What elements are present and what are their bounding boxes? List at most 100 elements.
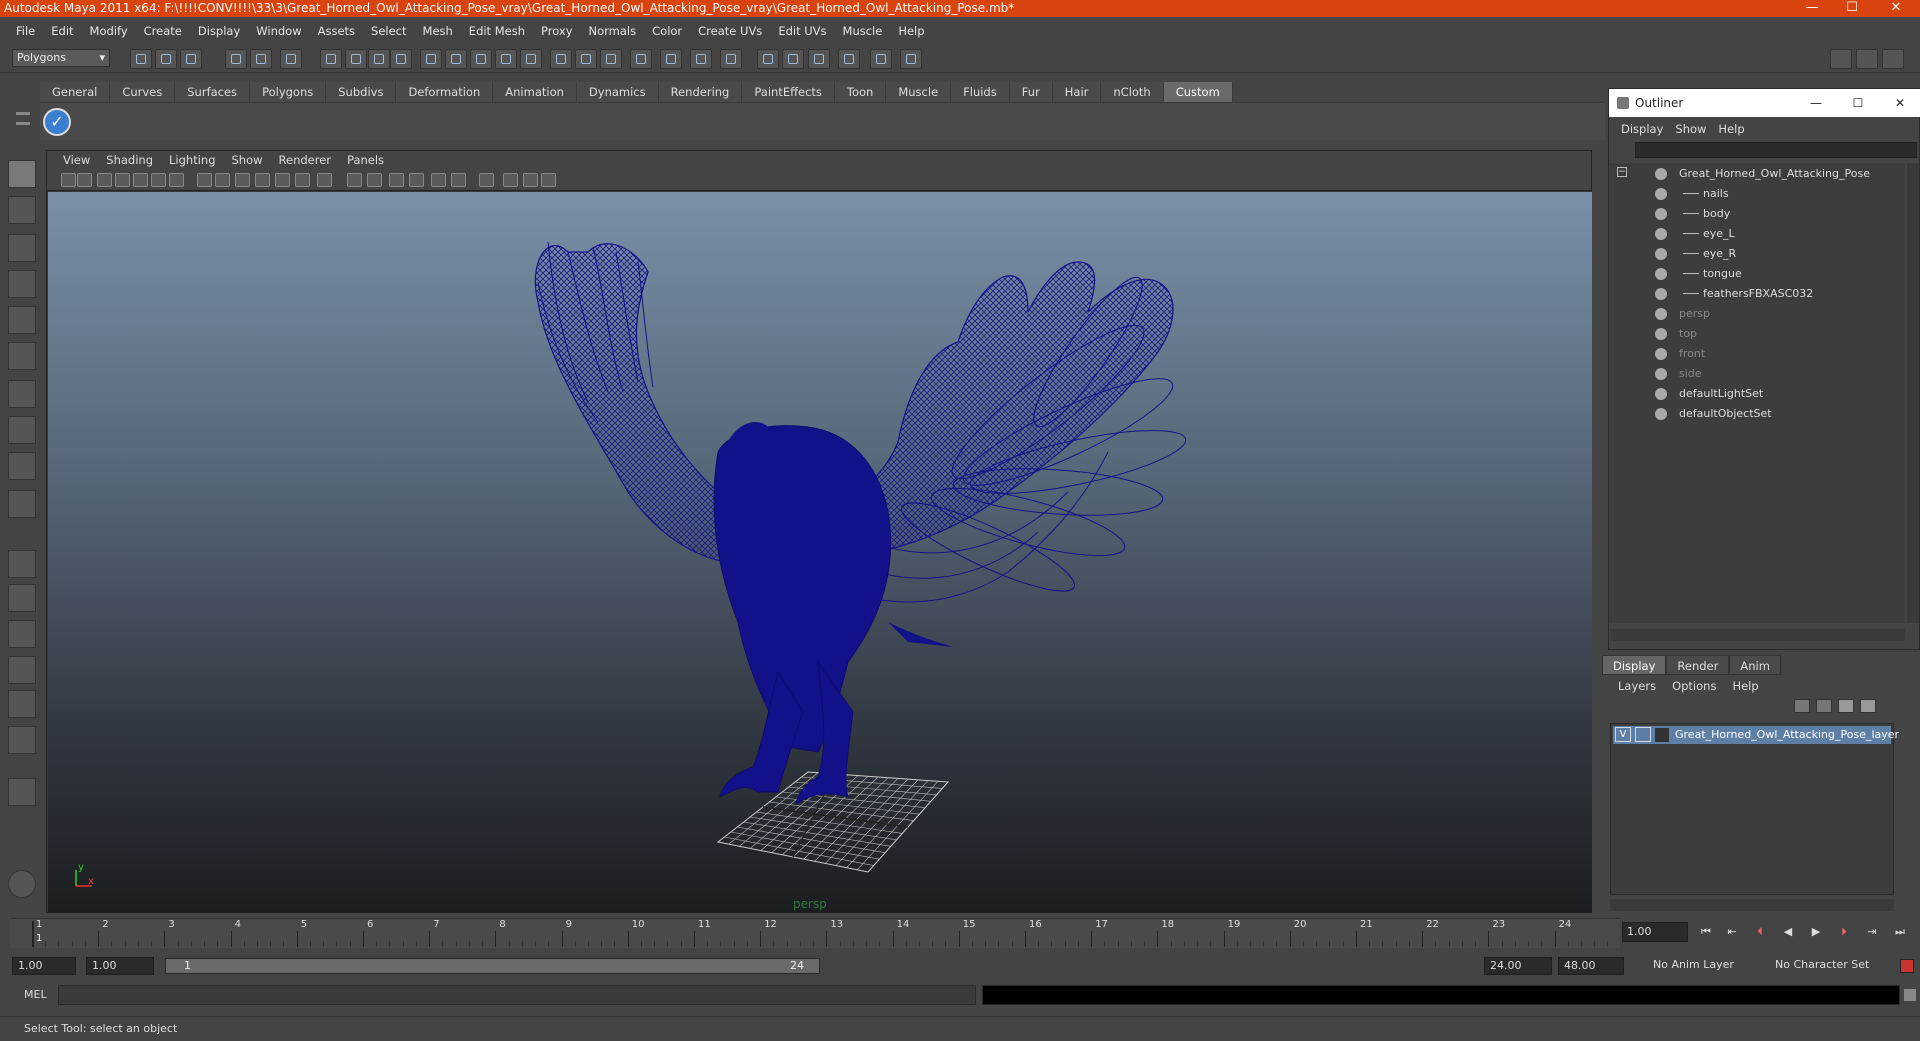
- status-tool-icon[interactable]: [155, 49, 177, 69]
- menu-select[interactable]: Select: [363, 24, 414, 38]
- status-tool-icon[interactable]: [660, 49, 682, 69]
- viewport-toolbar-icon[interactable]: [317, 173, 332, 187]
- status-tool-icon[interactable]: [782, 49, 804, 69]
- outliner-filter-input[interactable]: [1635, 142, 1917, 158]
- layer-menu-help[interactable]: Help: [1724, 679, 1766, 693]
- viewport-toolbar-icon[interactable]: [523, 173, 538, 187]
- four-view-icon[interactable]: [8, 584, 36, 612]
- menu-display[interactable]: Display: [190, 24, 248, 38]
- layer-color-swatch[interactable]: [1655, 728, 1669, 742]
- menu-file[interactable]: File: [8, 24, 43, 38]
- auto-key-icon[interactable]: [1900, 959, 1914, 973]
- outliner-scrollbar[interactable]: [1907, 163, 1919, 623]
- command-input[interactable]: [58, 985, 976, 1005]
- step-forward-frame-button[interactable]: ⏵: [1834, 922, 1854, 942]
- script-editor-icon[interactable]: [1904, 989, 1916, 1001]
- status-tool-icon[interactable]: [520, 49, 542, 69]
- viewport-toolbar-icon[interactable]: [235, 173, 250, 187]
- viewport-toolbar-icon[interactable]: [115, 173, 130, 187]
- status-tool-icon[interactable]: [808, 49, 830, 69]
- paint-select-tool-icon[interactable]: [8, 234, 36, 262]
- show-manipulator-icon[interactable]: [8, 452, 36, 480]
- viewport-toolbar-icon[interactable]: [77, 173, 92, 187]
- universal-manipulator-icon[interactable]: [8, 380, 36, 408]
- minimize-button[interactable]: —: [1790, 0, 1834, 17]
- viewport-menu-renderer[interactable]: Renderer: [271, 153, 340, 167]
- status-tool-icon[interactable]: [757, 49, 779, 69]
- shelf-tab-curves[interactable]: Curves: [110, 82, 176, 102]
- go-to-end-button[interactable]: ⏭: [1890, 922, 1910, 942]
- menu-create[interactable]: Create: [136, 24, 190, 38]
- soft-mod-icon[interactable]: [8, 416, 36, 444]
- viewport-toolbar-icon[interactable]: [169, 173, 184, 187]
- viewport-toolbar-icon[interactable]: [409, 173, 424, 187]
- viewport-menu-panels[interactable]: Panels: [339, 153, 392, 167]
- last-tool-icon[interactable]: [8, 490, 36, 518]
- playback-start-field[interactable]: 1.00: [86, 957, 154, 975]
- status-tool-icon[interactable]: [900, 49, 922, 69]
- viewport-toolbar-icon[interactable]: [197, 173, 212, 187]
- status-tool-icon[interactable]: [690, 49, 712, 69]
- viewport-toolbar-icon[interactable]: [275, 173, 290, 187]
- status-tool-icon[interactable]: [345, 49, 367, 69]
- status-tool-icon[interactable]: [575, 49, 597, 69]
- anim-layer-dropdown[interactable]: No Anim Layer: [1648, 957, 1758, 975]
- animation-start-field[interactable]: 1.00: [12, 957, 76, 975]
- graph-persp-icon[interactable]: [8, 656, 36, 684]
- layer-menu-options[interactable]: Options: [1664, 679, 1724, 693]
- delete-layer-icon[interactable]: [1838, 699, 1854, 713]
- time-slider[interactable]: 1 2 3 4 5 6 7 8 9 10 11 12 13 14 15 16 17 18 19 20 21 22 23 24 …: [10, 918, 1620, 948]
- status-tool-icon[interactable]: [870, 49, 892, 69]
- viewport-toolbar-icon[interactable]: [133, 173, 148, 187]
- single-perspective-icon[interactable]: [8, 550, 36, 578]
- status-tool-icon[interactable]: [280, 49, 302, 69]
- viewport-toolbar-icon[interactable]: [541, 173, 556, 187]
- maximize-button[interactable]: ☐: [1841, 89, 1875, 117]
- shelf-tab-subdivs[interactable]: Subdivs: [326, 82, 397, 102]
- viewport-toolbar-icon[interactable]: [215, 173, 230, 187]
- current-time-indicator[interactable]: [32, 921, 34, 947]
- menu-color[interactable]: Color: [644, 24, 690, 38]
- status-tool-icon[interactable]: [630, 49, 652, 69]
- viewport-toolbar-icon[interactable]: [479, 173, 494, 187]
- playback-end-field[interactable]: 24.00: [1484, 957, 1552, 975]
- viewport-menu-lighting[interactable]: Lighting: [161, 153, 223, 167]
- menu-edit[interactable]: Edit: [43, 24, 81, 38]
- layer-settings-icon[interactable]: [1860, 699, 1876, 713]
- shelf-options[interactable]: [10, 82, 36, 142]
- menu-mesh[interactable]: Mesh: [415, 24, 461, 38]
- shelf-tab-general[interactable]: General: [40, 82, 111, 102]
- status-tool-icon[interactable]: [225, 49, 247, 69]
- rotate-tool-icon[interactable]: [8, 306, 36, 334]
- menu-window[interactable]: Window: [248, 24, 309, 38]
- close-button[interactable]: ✕: [1883, 89, 1917, 117]
- status-tool-icon[interactable]: [420, 49, 442, 69]
- outliner-menu-help[interactable]: Help: [1712, 122, 1750, 136]
- shelf-tab-animation[interactable]: Animation: [493, 82, 577, 102]
- shelf-tab-surfaces[interactable]: Surfaces: [175, 82, 251, 102]
- shelf-tab-fluids[interactable]: Fluids: [951, 82, 1010, 102]
- viewport-toolbar-icon[interactable]: [295, 173, 310, 187]
- new-layer-icon[interactable]: [1794, 699, 1810, 713]
- shelf-tab-polygons[interactable]: Polygons: [250, 82, 327, 102]
- lasso-tool-icon[interactable]: [8, 196, 36, 224]
- viewport-toolbar-icon[interactable]: [255, 173, 270, 187]
- range-slider[interactable]: 1 24: [165, 958, 820, 974]
- status-tool-icon[interactable]: [390, 49, 412, 69]
- layer-hscrollbar[interactable]: [1610, 899, 1894, 911]
- layer-tab-display[interactable]: Display: [1602, 655, 1667, 675]
- checkmark-icon[interactable]: ✓: [43, 108, 71, 136]
- shelf-tab-ncloth[interactable]: nCloth: [1101, 82, 1164, 102]
- panel-toggle-icon[interactable]: [1830, 49, 1852, 69]
- status-tool-icon[interactable]: [600, 49, 622, 69]
- viewport-toolbar-icon[interactable]: [367, 173, 382, 187]
- panel-toggle-icon[interactable]: [1856, 49, 1878, 69]
- shelf-tab-painteffects[interactable]: PaintEffects: [742, 82, 835, 102]
- status-tool-icon[interactable]: [250, 49, 272, 69]
- menu-normals[interactable]: Normals: [581, 24, 645, 38]
- menu-create-uvs[interactable]: Create UVs: [690, 24, 770, 38]
- outliner-menu-show[interactable]: Show: [1669, 122, 1712, 136]
- close-button[interactable]: ✕: [1874, 0, 1918, 17]
- menu-help[interactable]: Help: [890, 24, 932, 38]
- shelf-tab-hair[interactable]: Hair: [1052, 82, 1102, 102]
